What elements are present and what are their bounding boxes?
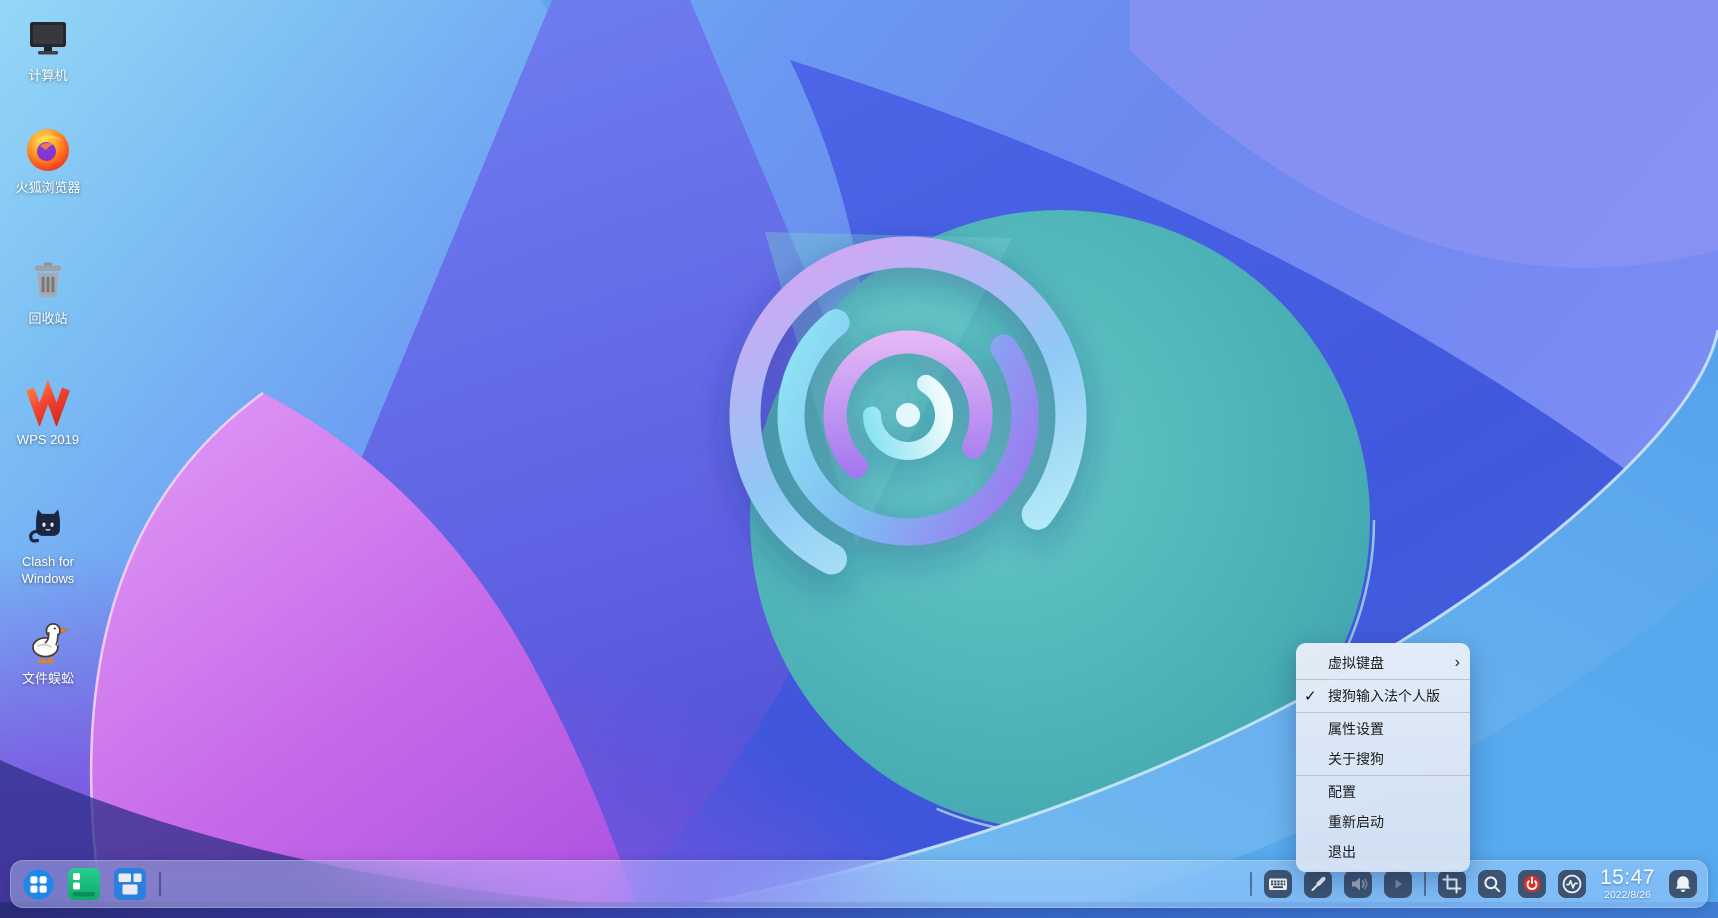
power-icon: [1523, 875, 1541, 893]
computer-icon: [24, 12, 72, 64]
chevron-right-icon: [1395, 879, 1402, 889]
search-icon: [1484, 876, 1501, 893]
grand-search-button[interactable]: [1477, 870, 1506, 898]
crop-icon: [1442, 874, 1462, 894]
menu-item-about-sogou[interactable]: 关于搜狗: [1296, 744, 1470, 774]
menu-item-label: 属性设置: [1328, 721, 1384, 737]
bell-icon: [1675, 876, 1691, 893]
menu-separator: [1296, 679, 1470, 680]
menu-item-label: 配置: [1328, 784, 1356, 800]
system-monitor-button[interactable]: [1557, 870, 1586, 898]
pulse-circle-icon: [1562, 874, 1582, 894]
keyboard-icon: [1268, 878, 1287, 890]
sogou-brush-button[interactable]: [1303, 870, 1332, 898]
tray-expand-button[interactable]: [1383, 870, 1412, 898]
window-layout-icon: [114, 868, 146, 900]
submenu-arrow-icon: ›: [1454, 654, 1460, 671]
desktop-icon-label: 计算机: [28, 68, 68, 83]
shutdown-button[interactable]: [1517, 870, 1546, 898]
menu-item-label: 虚拟键盘: [1328, 655, 1384, 671]
desktop-icon-file-centipede[interactable]: 文件蜈蚣: [2, 615, 94, 687]
volume-button[interactable]: [1343, 870, 1372, 898]
speaker-icon: [1351, 877, 1368, 891]
clash-cat-icon: [26, 498, 70, 550]
taskbar-separator: [1423, 872, 1426, 896]
taskbar-separator: [1249, 872, 1252, 896]
taskbar-app-green-button[interactable]: [67, 867, 101, 901]
desktop-icon-computer[interactable]: 计算机: [2, 12, 94, 84]
menu-item-restart[interactable]: 重新启动: [1296, 807, 1470, 837]
clock-date: 2022/8/26: [1604, 889, 1651, 901]
input-method-keyboard-button[interactable]: [1263, 870, 1292, 898]
desktop-icon-recycle-bin[interactable]: 回收站: [2, 255, 94, 327]
menu-item-virtual-keyboard[interactable]: 虚拟键盘 ›: [1296, 648, 1470, 678]
desktop-icon-label: 火狐浏览器: [15, 180, 81, 195]
duck-icon: [23, 615, 73, 667]
menu-item-label: 搜狗输入法个人版: [1328, 688, 1440, 704]
desktop-icon-firefox[interactable]: 火狐浏览器: [2, 124, 94, 196]
menu-item-label: 退出: [1328, 844, 1356, 860]
launcher-grid-icon: [22, 868, 54, 900]
recycle-bin-icon: [24, 255, 72, 307]
desktop-icon-label: 文件蜈蚣: [21, 671, 74, 686]
green-app-icon: [68, 868, 100, 900]
menu-item-sogou-personal[interactable]: ✓ 搜狗输入法个人版: [1296, 681, 1470, 711]
tray-context-menu: 虚拟键盘 › ✓ 搜狗输入法个人版 属性设置 关于搜狗 配置 重新启动 退出: [1296, 643, 1470, 872]
menu-item-label: 重新启动: [1328, 814, 1384, 830]
wps-icon: [24, 376, 72, 428]
taskbar-app-window-layout-button[interactable]: [113, 867, 147, 901]
desktop-icon-label: Clash for Windows: [21, 554, 75, 586]
desktop-icon-label: 回收站: [28, 311, 68, 326]
launcher-button[interactable]: [21, 867, 55, 901]
menu-item-properties[interactable]: 属性设置: [1296, 714, 1470, 744]
taskbar-separator: [159, 872, 161, 896]
brush-icon: [1311, 876, 1326, 891]
menu-item-configure[interactable]: 配置: [1296, 777, 1470, 807]
menu-item-exit[interactable]: 退出: [1296, 837, 1470, 867]
firefox-icon: [24, 124, 72, 176]
desktop-icon-label: WPS 2019: [16, 432, 80, 447]
menu-item-label: 关于搜狗: [1328, 751, 1384, 767]
desktop-icon-wps[interactable]: WPS 2019: [2, 376, 94, 448]
menu-separator: [1296, 712, 1470, 713]
clock-time: 15:47: [1599, 866, 1655, 889]
menu-separator: [1296, 775, 1470, 776]
checkmark-icon: ✓: [1304, 688, 1317, 705]
notification-bell-button[interactable]: [1669, 870, 1697, 898]
screenshot-crop-button[interactable]: [1437, 870, 1466, 898]
desktop-icon-clash[interactable]: Clash for Windows: [2, 498, 94, 587]
taskbar-clock[interactable]: 15:47 2022/8/26: [1600, 867, 1655, 901]
